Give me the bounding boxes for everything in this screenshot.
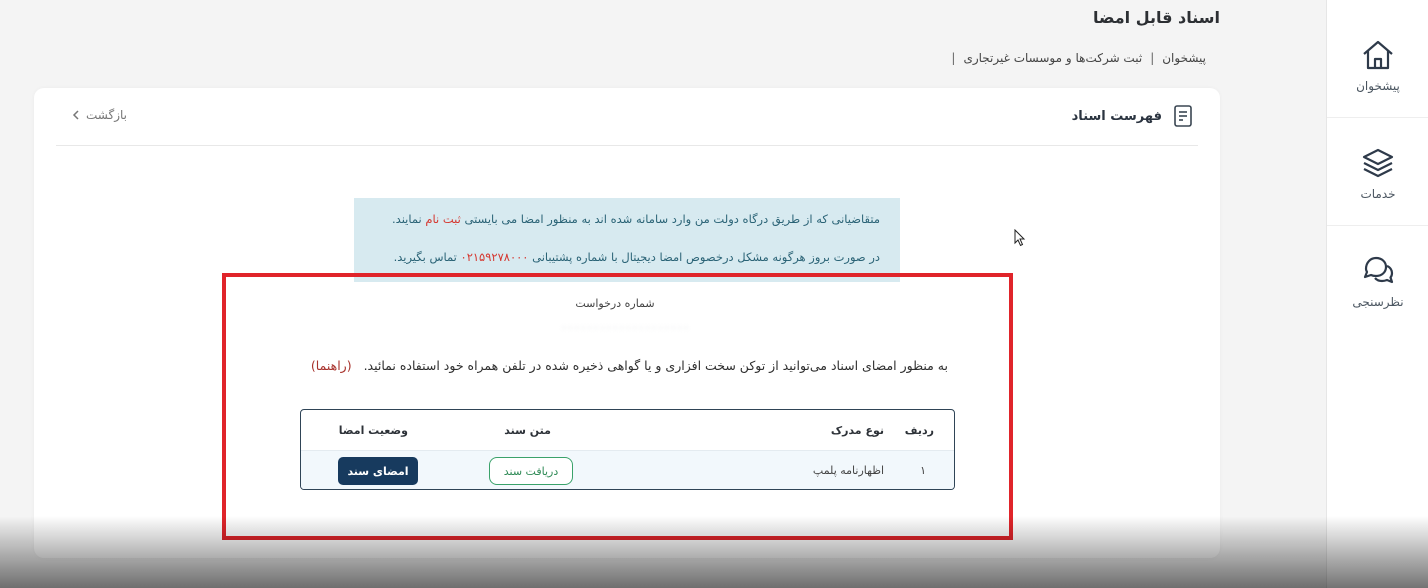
register-link[interactable]: ثبت نام xyxy=(425,212,460,226)
request-number-value: ۰۰۰۰۰۰۰۰۰۰۰۰۰۰۰۰۰۰۰۰ xyxy=(560,320,690,334)
sidebar-item-dashboard[interactable]: پیشخوان xyxy=(1327,12,1428,118)
breadcrumb-separator: | xyxy=(951,51,956,65)
sidebar-item-survey[interactable]: نظرسنجی xyxy=(1327,228,1428,334)
sidebar-item-services[interactable]: خدمات xyxy=(1327,120,1428,226)
info-line-registration: متقاضیانی که از طریق درگاه دولت من وارد … xyxy=(392,212,880,226)
back-button[interactable]: بازگشت xyxy=(72,108,127,122)
card-header: فهرست اسناد بازگشت xyxy=(56,88,1198,146)
table-header-doc-text: متن سند xyxy=(504,424,551,437)
layers-icon xyxy=(1362,148,1394,177)
download-document-button[interactable]: دریافت سند xyxy=(489,457,573,485)
info-text: تماس بگیرید. xyxy=(393,250,457,264)
signing-instruction: به منظور امضای اسناد می‌توانید از توکن س… xyxy=(311,358,948,373)
support-phone: ۰۲۱۵۹۲۷۸۰۰۰ xyxy=(460,250,529,264)
sidebar-item-label: خدمات xyxy=(1360,186,1396,201)
highlight-frame xyxy=(222,273,1013,540)
info-text: در صورت بروز هرگونه مشکل درخصوص امضا دیج… xyxy=(532,250,880,264)
sign-document-button[interactable]: امضای سند xyxy=(338,457,418,485)
document-icon xyxy=(1174,105,1192,127)
info-line-support: در صورت بروز هرگونه مشکل درخصوص امضا دیج… xyxy=(394,250,880,264)
home-icon xyxy=(1363,40,1393,69)
table-header-sign-status: وضعیت امضا xyxy=(338,424,408,437)
page-title: اسناد قابل امضا xyxy=(1092,8,1220,27)
breadcrumb-separator: | xyxy=(1150,51,1155,65)
breadcrumb: پیشخوان | ثبت شرکت‌ها و موسسات غیرتجاری … xyxy=(951,51,1206,65)
chevron-left-icon xyxy=(72,110,79,120)
right-sidebar: پیشخوان خدمات نظرسنجی xyxy=(1326,0,1428,588)
documents-table: ردیف نوع مدرک متن سند وضعیت امضا ۱ اظهار… xyxy=(300,409,955,490)
info-text: نمایند. xyxy=(392,212,422,226)
breadcrumb-home[interactable]: پیشخوان xyxy=(1162,51,1206,65)
table-row: ۱ اظهارنامه پلمپ دریافت سند امضای سند xyxy=(301,450,954,489)
info-text: متقاضیانی که از طریق درگاه دولت من وارد … xyxy=(464,212,881,226)
row-doc-type: اظهارنامه پلمپ xyxy=(812,464,884,477)
sidebar-item-label: پیشخوان xyxy=(1356,78,1400,93)
card-title: فهرست اسناد xyxy=(1072,104,1194,128)
instruction-text: به منظور امضای اسناد می‌توانید از توکن س… xyxy=(363,358,948,373)
back-label: بازگشت xyxy=(86,108,127,122)
chat-bubbles-icon xyxy=(1363,256,1394,284)
table-header-doc-type: نوع مدرک xyxy=(830,424,884,437)
row-index: ۱ xyxy=(920,464,926,477)
sidebar-item-label: نظرسنجی xyxy=(1352,295,1404,309)
mouse-cursor-icon xyxy=(1014,229,1026,247)
breadcrumb-current: ثبت شرکت‌ها و موسسات غیرتجاری xyxy=(963,51,1143,65)
info-notice: متقاضیانی که از طریق درگاه دولت من وارد … xyxy=(354,198,900,282)
table-header-index: ردیف xyxy=(904,424,934,437)
request-number-label: شماره درخواست xyxy=(575,297,655,310)
card-title-text: فهرست اسناد xyxy=(1071,108,1162,124)
guide-link[interactable]: (راهنما) xyxy=(311,358,352,373)
